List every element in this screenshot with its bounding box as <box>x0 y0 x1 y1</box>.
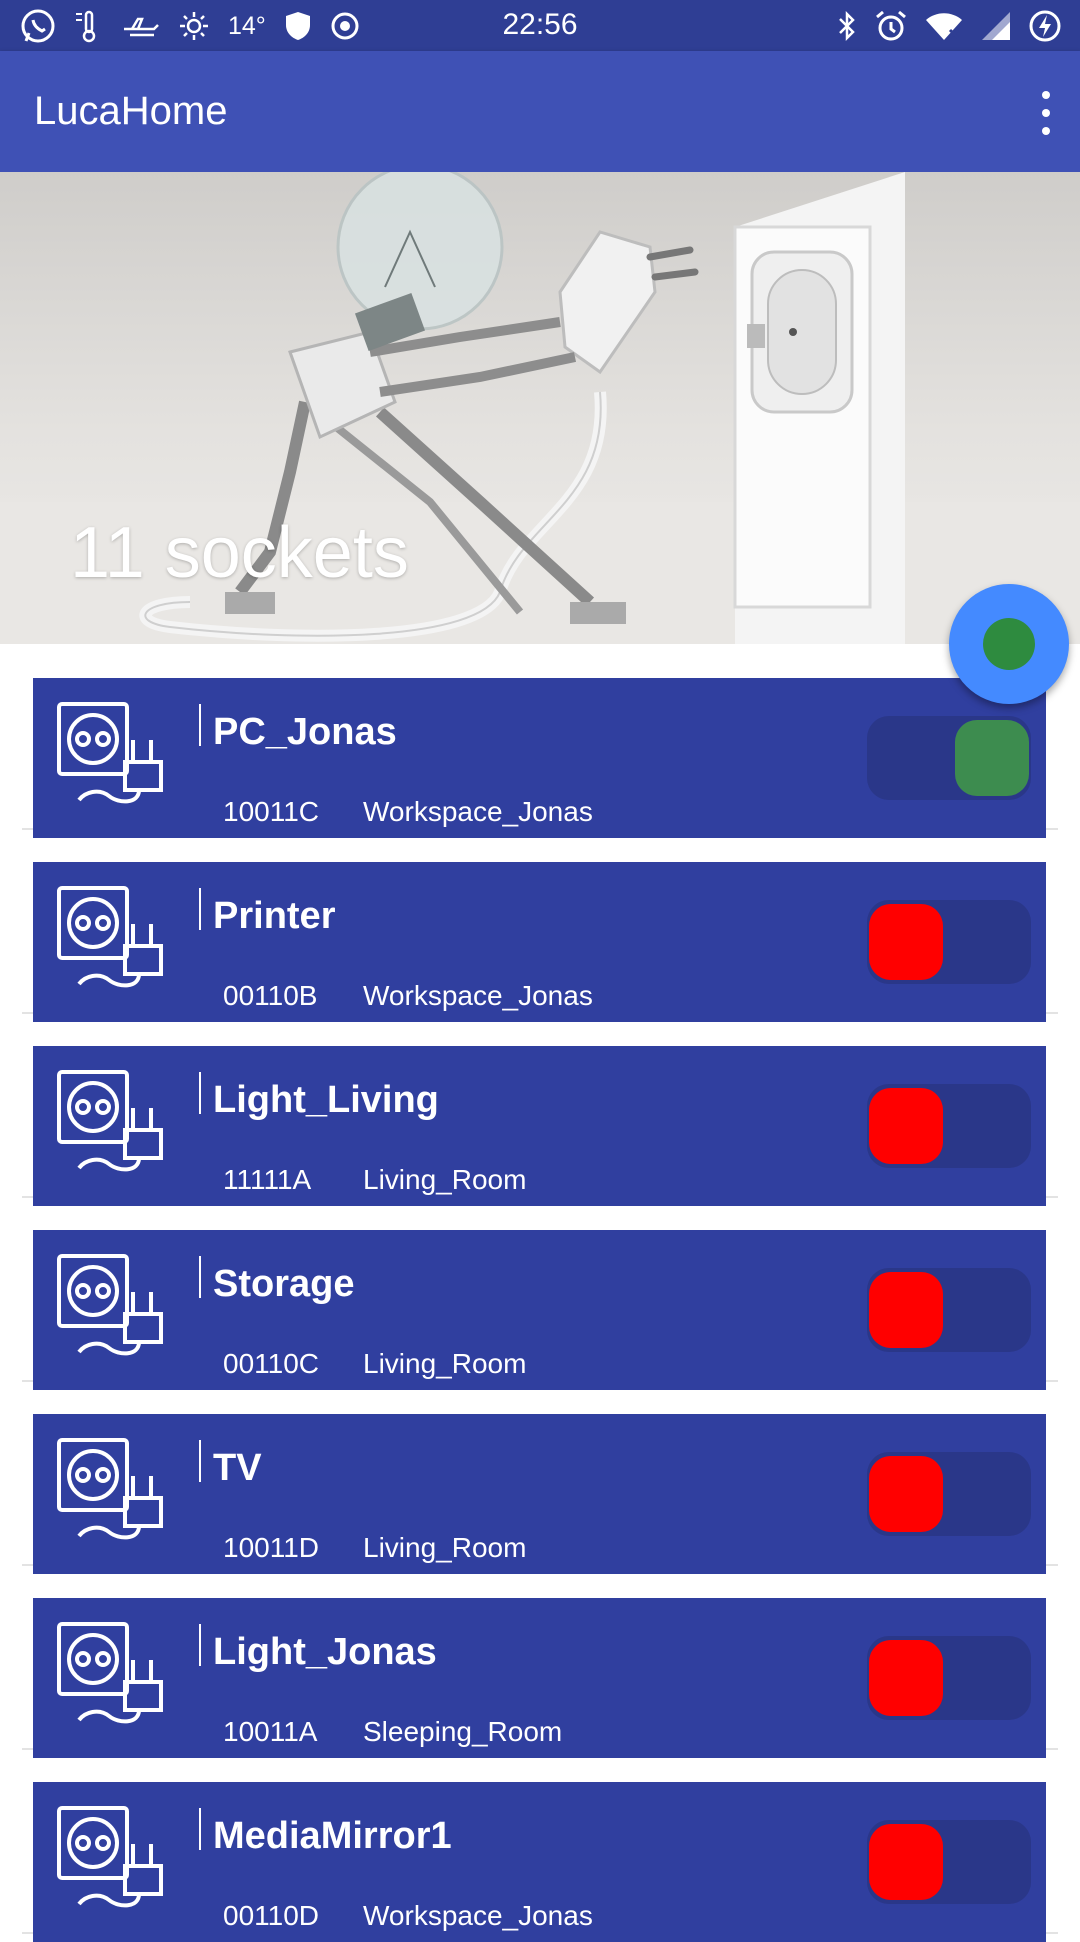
app-bar: LucaHome <box>0 51 1080 172</box>
socket-name: Storage <box>213 1263 355 1305</box>
socket-card[interactable]: PC_Jonas 10011C Workspace_Jonas <box>33 678 1046 838</box>
socket-card[interactable]: Storage 00110C Living_Room <box>33 1230 1046 1390</box>
socket-name: MediaMirror1 <box>213 1815 452 1857</box>
divider <box>199 704 201 746</box>
socket-name: Printer <box>213 895 336 937</box>
list-item[interactable]: Light_Living 11111A Living_Room <box>22 1012 1058 1206</box>
socket-plug-icon <box>55 1068 167 1178</box>
socket-code: 00110C <box>223 1348 320 1379</box>
list-item[interactable]: TV 10011D Living_Room <box>22 1380 1058 1574</box>
wifi-icon <box>924 10 964 42</box>
socket-area: Workspace_Jonas <box>363 980 593 1011</box>
switch-knob <box>869 904 943 980</box>
socket-code: 00110D <box>223 1900 320 1931</box>
signal-icon <box>980 10 1012 42</box>
socket-switch[interactable] <box>867 716 1031 800</box>
socket-area: Living_Room <box>363 1348 527 1379</box>
socket-area: Living_Room <box>363 1532 527 1563</box>
list-item[interactable]: MediaMirror1 00110D Workspace_Jonas <box>22 1748 1058 1942</box>
switch-knob <box>869 1456 943 1532</box>
switch-knob <box>869 1640 943 1716</box>
bluetooth-icon <box>836 10 858 42</box>
socket-plug-icon <box>55 1436 167 1546</box>
battery-charging-icon <box>1028 9 1062 43</box>
list-item[interactable]: Light_Jonas 10011A Sleeping_Room <box>22 1564 1058 1758</box>
socket-switch[interactable] <box>867 900 1031 984</box>
socket-area: Sleeping_Room <box>363 1716 563 1747</box>
list-item[interactable]: Storage 00110C Living_Room <box>22 1196 1058 1390</box>
list-item[interactable]: PC_Jonas 10011C Workspace_Jonas <box>22 644 1058 838</box>
alarm-icon <box>874 9 908 43</box>
switch-knob <box>869 1088 943 1164</box>
socket-switch[interactable] <box>867 1636 1031 1720</box>
divider <box>199 1072 201 1114</box>
socket-switch[interactable] <box>867 1820 1031 1904</box>
socket-name: Light_Living <box>213 1079 439 1121</box>
socket-area: Workspace_Jonas <box>363 1900 593 1931</box>
divider <box>199 1624 201 1666</box>
socket-plug-icon <box>55 1804 167 1914</box>
sockets-count-title: 11 sockets <box>70 513 409 593</box>
socket-card[interactable]: Light_Jonas 10011A Sleeping_Room <box>33 1598 1046 1758</box>
socket-code: 10011C <box>223 796 320 827</box>
socket-card[interactable]: Light_Living 11111A Living_Room <box>33 1046 1046 1206</box>
divider <box>199 1256 201 1298</box>
socket-code: 11111A <box>223 1164 312 1195</box>
socket-name: TV <box>213 1447 262 1489</box>
socket-code: 10011A <box>223 1716 318 1747</box>
socket-switch[interactable] <box>867 1268 1031 1352</box>
socket-switch[interactable] <box>867 1084 1031 1168</box>
divider <box>199 1808 201 1850</box>
socket-plug-icon <box>55 1252 167 1362</box>
app-title: LucaHome <box>34 89 228 133</box>
status-bar: 14° 22:56 <box>0 0 1080 51</box>
header-image: 11 sockets <box>0 172 1080 644</box>
socket-plug-icon <box>55 884 167 994</box>
socket-code: 00110B <box>223 980 318 1011</box>
list-item[interactable]: Printer 00110B Workspace_Jonas <box>22 828 1058 1022</box>
status-dot-icon <box>983 618 1035 670</box>
switch-knob <box>869 1272 943 1348</box>
socket-area: Living_Room <box>363 1164 527 1195</box>
more-vert-icon[interactable] <box>1034 91 1058 135</box>
socket-name: PC_Jonas <box>213 711 397 753</box>
socket-area: Workspace_Jonas <box>363 796 593 827</box>
divider <box>199 888 201 930</box>
status-fab-button[interactable] <box>949 584 1069 704</box>
switch-knob <box>869 1824 943 1900</box>
switch-knob <box>955 720 1029 796</box>
socket-card[interactable]: MediaMirror1 00110D Workspace_Jonas <box>33 1782 1046 1942</box>
socket-plug-icon <box>55 1620 167 1730</box>
socket-card[interactable]: Printer 00110B Workspace_Jonas <box>33 862 1046 1022</box>
socket-name: Light_Jonas <box>213 1631 437 1673</box>
socket-code: 10011D <box>223 1532 320 1563</box>
divider <box>199 1440 201 1482</box>
socket-switch[interactable] <box>867 1452 1031 1536</box>
socket-plug-icon <box>55 700 167 810</box>
socket-card[interactable]: TV 10011D Living_Room <box>33 1414 1046 1574</box>
